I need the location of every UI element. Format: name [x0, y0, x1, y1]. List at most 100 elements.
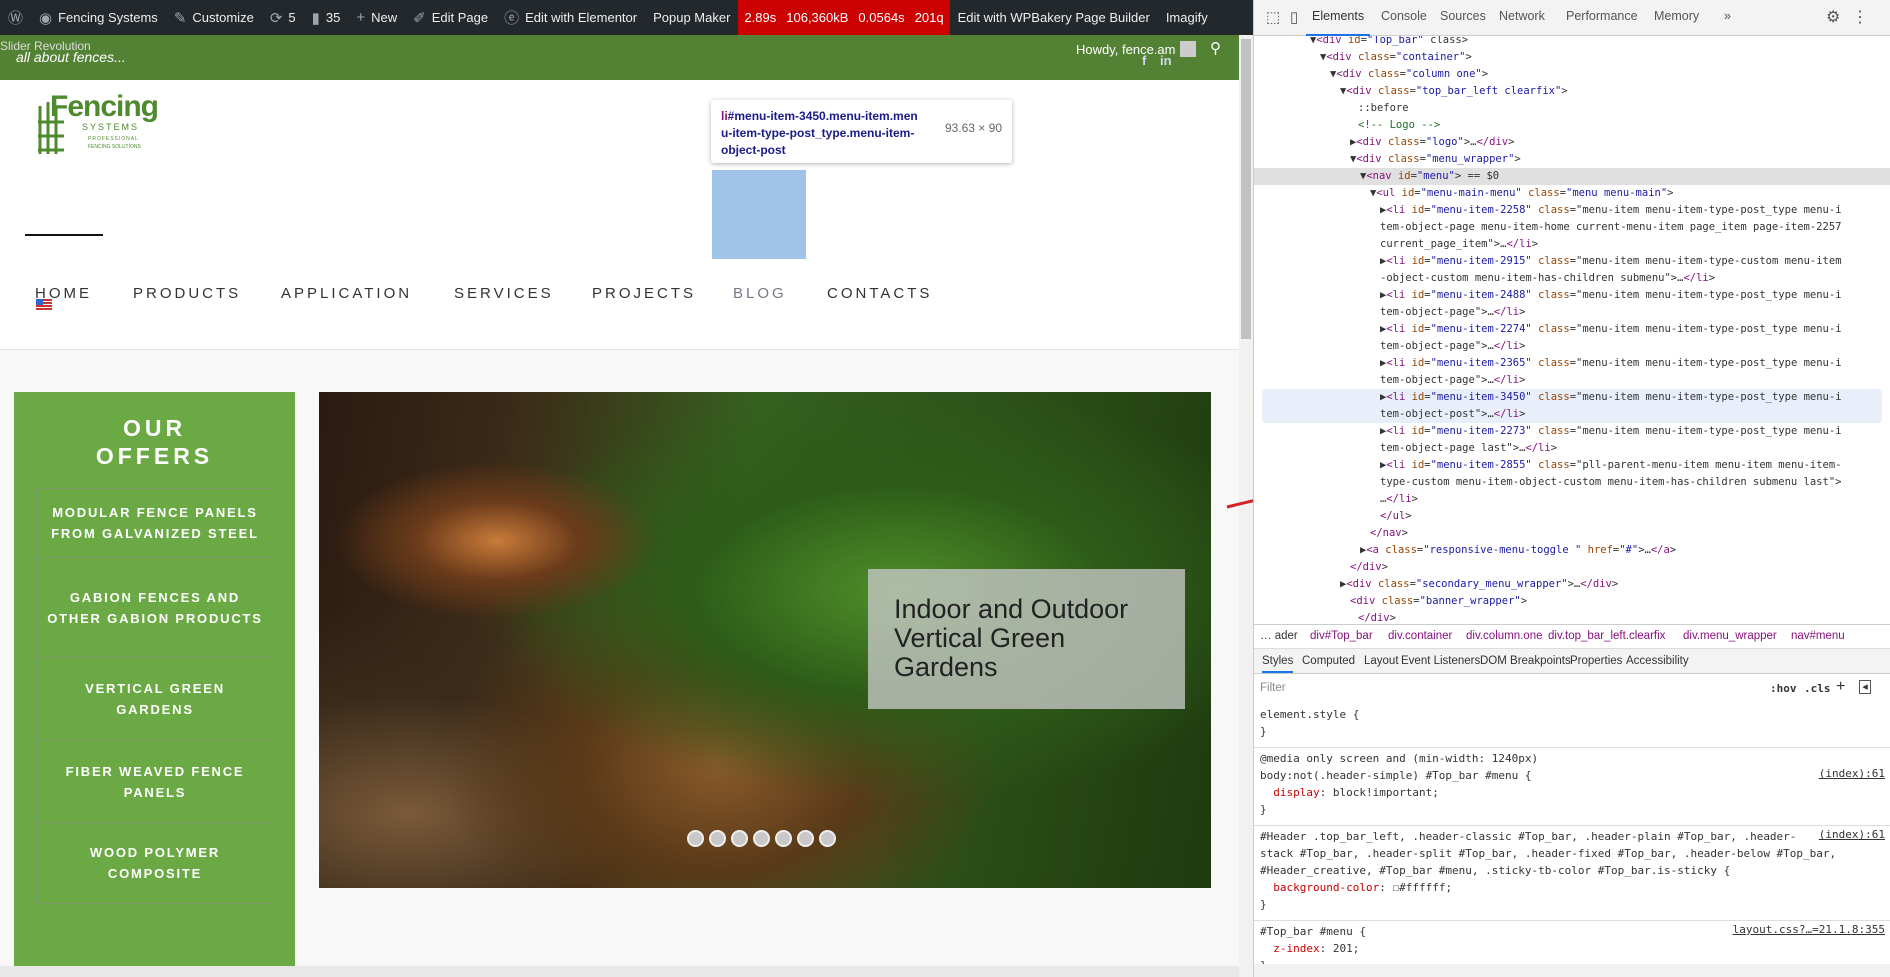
style-line[interactable]: body:not(.header-simple) #Top_bar #menu … [1260, 767, 1532, 784]
styles-tab-styles[interactable]: Styles [1262, 655, 1294, 673]
cls-toggle[interactable]: .cls [1804, 682, 1831, 695]
dom-node-line[interactable]: tem-object-page menu-item-home current-m… [1380, 219, 1841, 236]
styles-tab-accessibility[interactable]: Accessibility [1626, 655, 1689, 667]
dom-node-line[interactable]: tem-object-page">…</li> [1380, 338, 1525, 355]
styles-filter-input[interactable]: Filter [1260, 678, 1760, 698]
dom-node-line[interactable]: <!-- Logo --> [1358, 117, 1440, 134]
device-toolbar-icon[interactable]: ▯ [1290, 8, 1298, 26]
toggle-sidebar-icon[interactable]: ◂ [1859, 680, 1871, 694]
offer-item[interactable]: VERTICAL GREEN GARDENS [36, 657, 274, 740]
dom-node-line[interactable]: ▶<div class="logo">…</div> [1350, 134, 1514, 151]
dom-node-line[interactable]: </div> [1358, 610, 1396, 624]
style-line[interactable]: stack #Top_bar, .header-split #Top_bar, … [1260, 845, 1836, 862]
devtools-tab-elements[interactable]: Elements [1306, 0, 1371, 36]
customize-link[interactable]: ✎ Customize [166, 0, 262, 35]
nav-products[interactable]: PRODUCTS [133, 285, 241, 302]
dom-node-line[interactable]: </nav> [1370, 525, 1408, 542]
imagify-link[interactable]: Imagify [1158, 0, 1216, 35]
breadcrumb-item[interactable]: div.container [1388, 630, 1452, 642]
dom-node-line[interactable]: ▶<li id="menu-item-3450" class="menu-ite… [1380, 389, 1842, 406]
slider-dot[interactable] [819, 830, 836, 847]
style-line[interactable]: element.style { [1260, 706, 1359, 723]
dom-node-line[interactable]: ▼<div class="menu_wrapper"> [1350, 151, 1521, 168]
facebook-icon[interactable]: f [1142, 53, 1146, 68]
styles-scrollbar[interactable] [1254, 964, 1890, 977]
updates-link[interactable]: ⟳ 5 [262, 0, 304, 35]
dom-node-line[interactable]: ▶<li id="menu-item-2274" class="menu-ite… [1380, 321, 1842, 338]
style-line[interactable]: z-index: 201; [1260, 940, 1359, 957]
hov-toggle[interactable]: :hov [1770, 682, 1797, 695]
style-line[interactable]: #Header .top_bar_left, .header-classic #… [1260, 828, 1796, 845]
devtools-tab-performance[interactable]: Performance [1566, 0, 1638, 36]
devtools-tab-more[interactable]: » [1724, 0, 1731, 36]
dom-node-line[interactable]: ▶<li id="menu-item-2915" class="menu-ite… [1380, 253, 1842, 270]
dom-node-line[interactable]: ▼<div class="container"> [1320, 49, 1472, 66]
settings-gear-icon[interactable]: ⚙ [1826, 7, 1840, 27]
breadcrumb-item[interactable]: div#Top_bar [1310, 630, 1373, 642]
offer-item[interactable]: FIBER WEAVED FENCE PANELS [36, 740, 274, 822]
query-monitor-link[interactable]: 2.89s 106,360kB 0.0564s 201q [738, 0, 950, 35]
dom-node-line[interactable]: ::before [1358, 100, 1409, 117]
style-line[interactable]: display: block!important; [1260, 784, 1439, 801]
dom-node-line[interactable]: ▶<li id="menu-item-2365" class="menu-ite… [1380, 355, 1842, 372]
dom-node-line[interactable]: ▶<a class="responsive-menu-toggle " href… [1360, 542, 1676, 559]
offer-item[interactable]: WOOD POLYMER COMPOSITE [36, 822, 274, 904]
styles-tab-dom-breakpoints[interactable]: DOM Breakpoints [1480, 655, 1571, 667]
dom-node-line[interactable]: tem-object-page">…</li> [1380, 304, 1525, 321]
wpbakery-link[interactable]: Edit with WPBakery Page Builder [950, 0, 1158, 35]
styles-tab-computed[interactable]: Computed [1302, 655, 1355, 667]
dom-node-line[interactable]: tem-object-page last">…</li> [1380, 440, 1557, 457]
site-name-link[interactable]: ◉ Fencing Systems [31, 0, 166, 35]
dom-node-line[interactable]: </div> [1350, 559, 1388, 576]
style-line[interactable]: @media only screen and (min-width: 1240p… [1260, 750, 1538, 767]
slider-dot[interactable] [709, 830, 726, 847]
breadcrumb-item[interactable]: div.menu_wrapper [1683, 630, 1777, 642]
dom-node-line[interactable]: ▼<div class="top_bar_left clearfix"> [1340, 83, 1568, 100]
style-source-link[interactable]: (index):61 [1819, 767, 1885, 780]
style-line[interactable]: } [1260, 896, 1267, 913]
style-line[interactable]: #Top_bar #menu { [1260, 923, 1366, 940]
dom-node-line[interactable]: current_page_item">…</li> [1380, 236, 1538, 253]
breadcrumb-item[interactable]: … ader [1260, 630, 1298, 642]
dom-node-line[interactable]: ▶<li id="menu-item-2273" class="menu-ite… [1380, 423, 1842, 440]
edit-page-link[interactable]: ✐ Edit Page [405, 0, 496, 35]
us-flag-icon[interactable] [36, 299, 52, 310]
nav-application[interactable]: APPLICATION [281, 285, 412, 302]
styles-tab-layout[interactable]: Layout [1364, 655, 1399, 667]
style-source-link[interactable]: layout.css?…=21.1.8:355 [1733, 923, 1885, 936]
more-menu-icon[interactable]: ⋮ [1852, 7, 1868, 27]
new-style-rule-button[interactable]: + [1836, 678, 1845, 696]
style-line[interactable]: #Header_creative, #Top_bar #menu, .stick… [1260, 862, 1730, 879]
nav-services[interactable]: SERVICES [454, 285, 554, 302]
search-icon[interactable]: ⚲ [1210, 39, 1221, 57]
slider-dot[interactable] [797, 830, 814, 847]
breadcrumb-item[interactable]: div.column.one [1466, 630, 1543, 642]
elementor-link[interactable]: ⓔ Edit with Elementor [496, 0, 645, 35]
inspect-element-icon[interactable]: ⬚ [1266, 8, 1280, 26]
nav-contacts[interactable]: CONTACTS [827, 285, 932, 302]
nav-blog[interactable]: BLOG [733, 285, 787, 302]
popup-maker-link[interactable]: Popup Maker [645, 0, 738, 35]
styles-tab-event-listeners[interactable]: Event Listeners [1401, 655, 1480, 667]
devtools-tab-sources[interactable]: Sources [1440, 0, 1486, 36]
logo[interactable]: Fencing SYSTEMS PROFESSIONAL FENCING SOL… [36, 90, 161, 156]
devtools-tab-console[interactable]: Console [1381, 0, 1427, 36]
offer-item[interactable]: MODULAR FENCE PANELS FROM GALVANIZED STE… [36, 488, 274, 557]
dom-node-line[interactable]: ▶<li id="menu-item-2855" class="pll-pare… [1380, 457, 1842, 474]
dom-node-line[interactable]: ▼<div id="Top_bar" class> [1310, 36, 1468, 49]
dom-node-line[interactable]: ▶<li id="menu-item-2258" class="menu-ite… [1380, 202, 1842, 219]
nav-projects[interactable]: PROJECTS [592, 285, 696, 302]
new-content-link[interactable]: + New [348, 0, 405, 35]
dom-node-line[interactable]: ▶<div class="secondary_menu_wrapper">…</… [1340, 576, 1618, 593]
slider-dot[interactable] [753, 830, 770, 847]
avatar[interactable] [1180, 41, 1196, 57]
linkedin-icon[interactable]: in [1160, 53, 1172, 68]
comments-link[interactable]: ▮ 35 [304, 0, 349, 35]
dom-node-line[interactable]: ▼<nav id="menu"> == $0 [1360, 168, 1499, 185]
slider-dot[interactable] [687, 830, 704, 847]
slider-dot[interactable] [775, 830, 792, 847]
devtools-tab-network[interactable]: Network [1499, 0, 1545, 36]
style-line[interactable]: } [1260, 801, 1267, 818]
wp-logo-button[interactable]: Ⓦ [0, 0, 31, 35]
slider-dot[interactable] [731, 830, 748, 847]
